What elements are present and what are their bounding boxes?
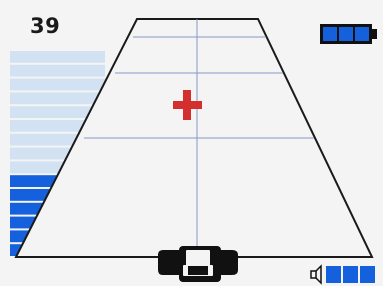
battery-cell — [355, 27, 369, 41]
battery-cell — [323, 27, 337, 41]
battery-cell — [339, 27, 353, 41]
depth-gauge-segment — [10, 92, 105, 105]
depth-gauge-segment — [10, 64, 105, 77]
battery-icon — [320, 24, 377, 44]
speaker-icon — [310, 264, 322, 285]
depth-gauge-segment — [10, 51, 105, 63]
volume-cell — [360, 266, 375, 283]
count-readout: 39 — [30, 14, 61, 38]
detector-screen: 39 — [0, 0, 383, 286]
depth-gauge-segment — [10, 78, 105, 91]
scan-view — [10, 18, 377, 285]
volume-cell — [343, 266, 358, 283]
detector-coil-icon — [158, 246, 238, 282]
volume-cell — [326, 266, 341, 283]
volume-indicator — [326, 266, 375, 283]
